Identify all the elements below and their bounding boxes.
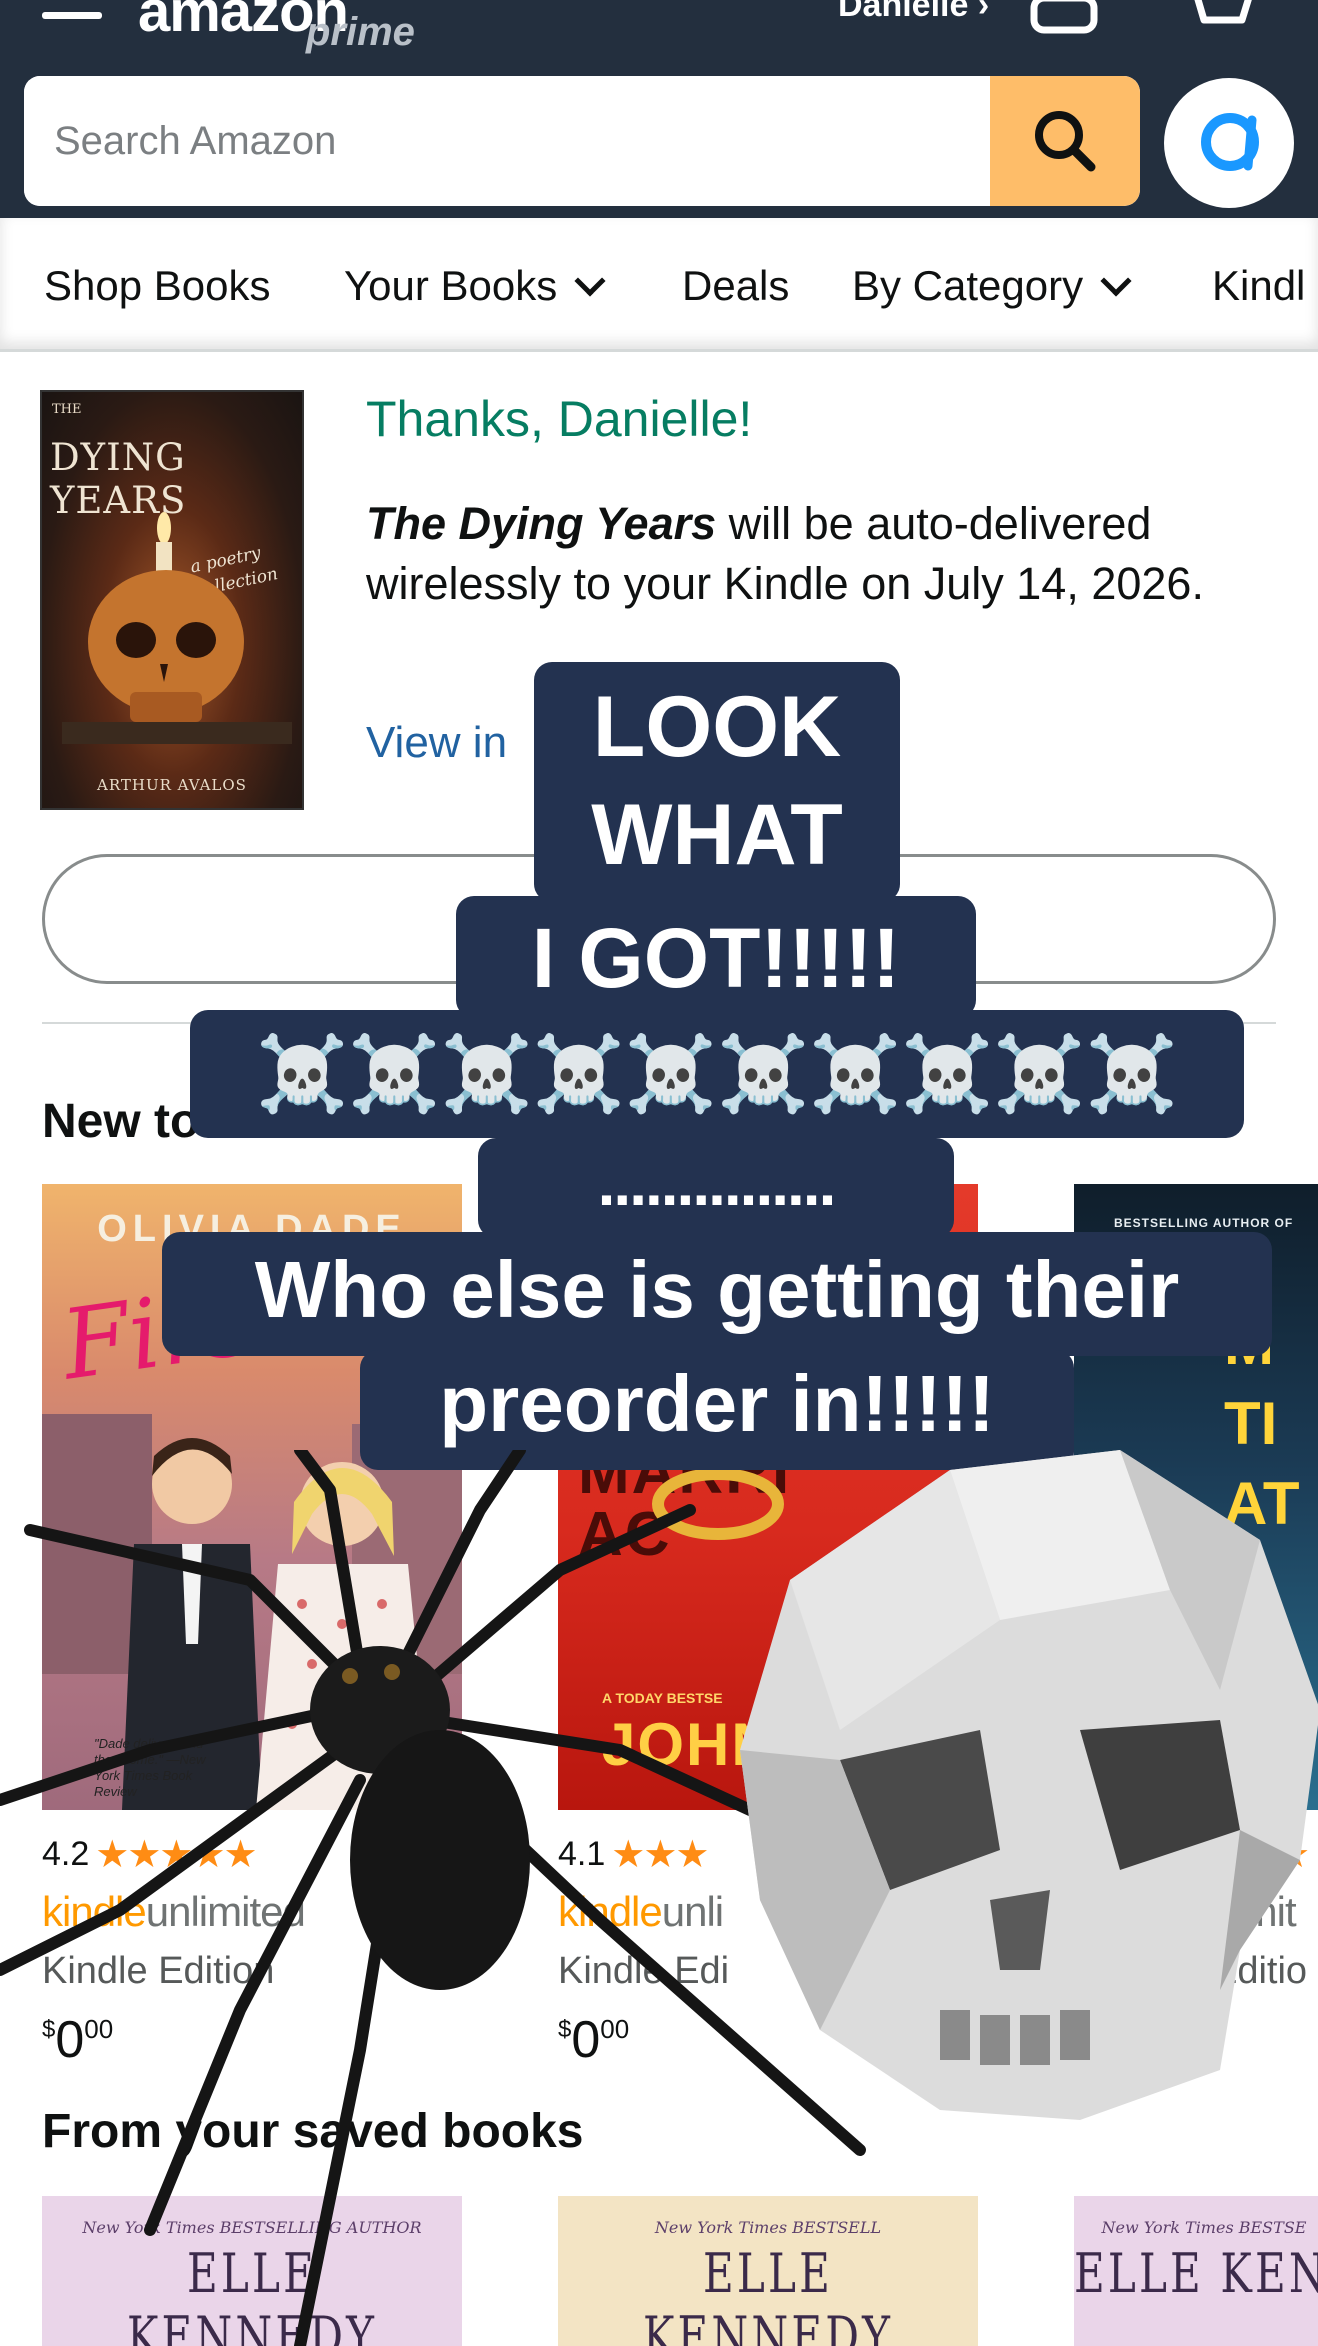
user-icon[interactable]: [1024, 0, 1104, 34]
alexa-icon: [1201, 113, 1259, 171]
overlay-i-got: I GOT!!!!!: [456, 896, 976, 1018]
cover-tagline: New York Times BESTSE: [1101, 2218, 1307, 2237]
delivery-book-title: The Dying Years: [366, 498, 717, 549]
delivery-message: The Dying Years will be auto-delivered w…: [366, 494, 1236, 614]
nav-kindle[interactable]: Kindl: [1212, 262, 1305, 310]
overlay-skull-row: ☠️☠️☠️☠️☠️☠️☠️☠️☠️☠️: [190, 1010, 1244, 1138]
nav-label: Shop Books: [44, 262, 271, 309]
nav-label: By Category: [852, 262, 1084, 309]
candle-skull-illustration: [62, 512, 292, 744]
nav-by-category[interactable]: By Category: [852, 262, 1132, 310]
chevron-down-icon: [574, 265, 606, 297]
search-icon: [1035, 111, 1096, 172]
alexa-button[interactable]: [1164, 78, 1294, 208]
overlay-line: Who else is getting their: [254, 1245, 1180, 1334]
view-in-library-link[interactable]: View in: [366, 718, 507, 768]
overlay-line: I GOT!!!!!: [531, 911, 901, 1005]
overlay-line: ...............: [597, 1147, 837, 1219]
overlay-dots: ...............: [478, 1138, 954, 1238]
overlay-line: LOOK: [592, 679, 842, 775]
new-releases-heading: New to: [42, 1095, 200, 1148]
chevron-down-icon: [1100, 265, 1132, 297]
overlay-line: WHAT: [591, 787, 843, 883]
nav-label: Your Books: [344, 262, 558, 309]
logo-prime-text: prime: [306, 10, 415, 54]
purchased-book-cover[interactable]: THE DYING YEARS a poetry collection ARTH…: [40, 390, 304, 810]
top-header: amazon prime Danielle ›: [0, 0, 1318, 218]
cover-author: ARTHUR AVALOS: [97, 776, 247, 794]
overlay-look-what: LOOK WHAT: [534, 662, 900, 902]
nav-label: Kindl: [1212, 262, 1306, 309]
menu-icon[interactable]: [42, 0, 102, 26]
nav-your-books[interactable]: Your Books: [344, 262, 606, 310]
cart-icon[interactable]: [1176, 0, 1256, 32]
nav-label: Deals: [682, 262, 790, 309]
category-nav: Shop Books Your Books Deals By Category …: [0, 218, 1318, 352]
amazon-prime-logo[interactable]: amazon prime: [138, 0, 438, 58]
search-button[interactable]: [990, 76, 1140, 206]
nav-shop-books[interactable]: Shop Books: [44, 262, 271, 310]
overlay-who-else: Who else is getting their: [162, 1232, 1272, 1356]
account-link[interactable]: Danielle ›: [838, 0, 989, 25]
saved-book-cover[interactable]: New York Times BESTSE ELLE KEN: [1074, 2196, 1318, 2346]
cover-top-text: BESTSELLING AUTHOR OF: [1114, 1216, 1294, 1230]
search-input[interactable]: [24, 76, 990, 206]
cover-author: ELLE KEN: [1074, 2242, 1318, 2305]
search-bar: [24, 76, 1140, 206]
nav-deals[interactable]: Deals: [682, 262, 789, 310]
skull-sticker: [740, 1450, 1318, 2120]
thanks-message: Thanks, Danielle!: [366, 391, 753, 447]
